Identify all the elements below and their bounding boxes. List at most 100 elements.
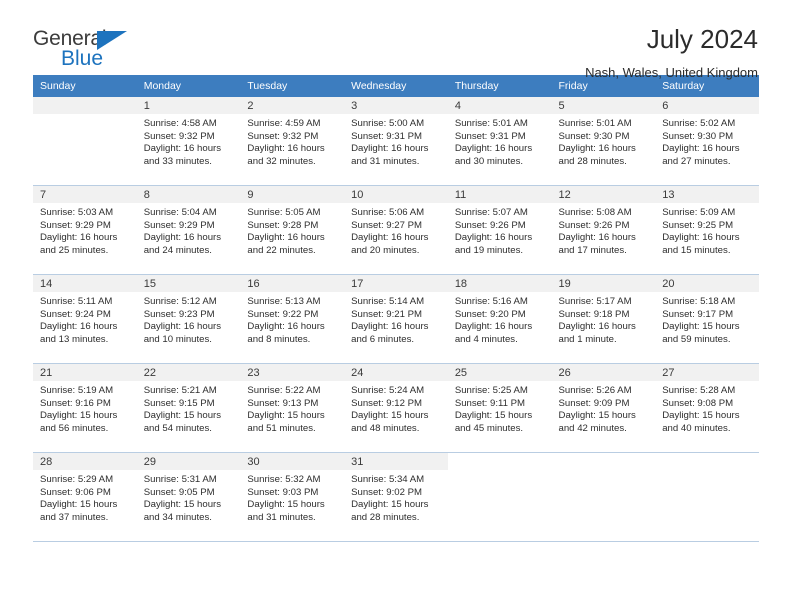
sunrise-time: Sunrise: 5:09 AM xyxy=(662,207,736,218)
calendar-day-cell[interactable]: 13 Sunrise: 5:09 AM Sunset: 9:25 PM Dayligh… xyxy=(655,186,759,275)
calendar-day-cell[interactable]: 7 Sunrise: 5:03 AM Sunset: 9:29 PM Daylight… xyxy=(33,186,137,275)
daylight-duration-line2: and 6 minutes. xyxy=(351,333,415,345)
day-cell-inner: 5 Sunrise: 5:01 AM Sunset: 9:30 PM Daylight… xyxy=(551,97,656,186)
day-cell-inner: 29 Sunrise: 5:31 AM Sunset: 9:05 PM Dayligh… xyxy=(136,453,241,542)
calendar-day-cell[interactable]: 25 Sunrise: 5:25 AM Sunset: 9:11 PM Dayligh… xyxy=(447,364,552,453)
daylight-duration-line2: and 30 minutes. xyxy=(454,155,524,167)
daylight-duration-line2: and 13 minutes. xyxy=(40,333,109,345)
day-sun-info: Sunrise: 5:12 AM Sunset: 9:23 PM Daylight:… xyxy=(137,292,241,346)
daylight-duration-line2: and 8 minutes. xyxy=(247,333,311,345)
calendar-day-cell[interactable]: 9 Sunrise: 5:05 AM Sunset: 9:28 PM Daylight… xyxy=(240,186,345,275)
weekday-header-wednesday: Wednesday xyxy=(344,75,448,97)
calendar-day-cell[interactable]: 29 Sunrise: 5:31 AM Sunset: 9:05 PM Dayligh… xyxy=(136,453,241,542)
calendar-day-cell[interactable]: 1 Sunrise: 4:58 AM Sunset: 9:32 PM Daylight… xyxy=(136,97,241,186)
daylight-duration-line2: and 37 minutes. xyxy=(40,511,109,523)
daylight-duration-line1: Daylight: 15 hours xyxy=(662,321,740,333)
calendar-day-cell[interactable]: 5 Sunrise: 5:01 AM Sunset: 9:30 PM Daylight… xyxy=(551,97,656,186)
calendar-day-cell[interactable]: 12 Sunrise: 5:08 AM Sunset: 9:26 PM Dayligh… xyxy=(551,186,656,275)
calendar-day-cell[interactable]: 10 Sunrise: 5:06 AM Sunset: 9:27 PM Dayligh… xyxy=(344,186,448,275)
calendar-day-cell[interactable] xyxy=(33,97,137,186)
sunset-time: Sunset: 9:29 PM xyxy=(40,219,111,231)
calendar-day-cell[interactable]: 3 Sunrise: 5:00 AM Sunset: 9:31 PM Daylight… xyxy=(344,97,448,186)
day-number: 10 xyxy=(344,186,448,203)
general-blue-logo[interactable]: General Blue xyxy=(33,26,153,74)
calendar-day-cell[interactable]: 22 Sunrise: 5:21 AM Sunset: 9:15 PM Dayligh… xyxy=(136,364,241,453)
day-cell-inner: 6 Sunrise: 5:02 AM Sunset: 9:30 PM Daylight… xyxy=(655,97,759,186)
daylight-duration-line2: and 40 minutes. xyxy=(662,422,731,434)
sunrise-time: Sunrise: 5:04 AM xyxy=(143,207,217,218)
calendar-day-cell[interactable]: 30 Sunrise: 5:32 AM Sunset: 9:03 PM Dayligh… xyxy=(240,453,345,542)
day-sun-info: Sunrise: 5:19 AM Sunset: 9:16 PM Daylight:… xyxy=(33,381,137,435)
daylight-duration-line1: Daylight: 16 hours xyxy=(351,232,429,244)
sunset-time: Sunset: 9:02 PM xyxy=(351,486,423,498)
sunset-time: Sunset: 9:08 PM xyxy=(662,397,734,409)
daylight-duration-line2: and 31 minutes. xyxy=(247,511,316,523)
sunrise-time: Sunrise: 5:21 AM xyxy=(143,385,217,396)
calendar-day-cell[interactable]: 16 Sunrise: 5:13 AM Sunset: 9:22 PM Dayligh… xyxy=(240,275,345,364)
calendar-day-cell[interactable] xyxy=(551,453,656,542)
calendar-day-cell[interactable]: 24 Sunrise: 5:24 AM Sunset: 9:12 PM Dayligh… xyxy=(344,364,448,453)
day-number: 22 xyxy=(136,364,241,381)
day-number: 17 xyxy=(344,275,448,292)
sunrise-time: Sunrise: 5:29 AM xyxy=(40,474,114,485)
daylight-duration-line2: and 51 minutes. xyxy=(247,422,316,434)
sunrise-time: Sunrise: 5:22 AM xyxy=(247,385,321,396)
sunrise-time: Sunrise: 5:01 AM xyxy=(558,118,632,129)
daylight-duration-line1: Daylight: 15 hours xyxy=(40,499,118,511)
daylight-duration-line1: Daylight: 16 hours xyxy=(454,232,533,244)
calendar-week-row: 14 Sunrise: 5:11 AM Sunset: 9:24 PM Dayligh… xyxy=(33,275,759,364)
daylight-duration-line1: Daylight: 16 hours xyxy=(351,143,429,155)
calendar-day-cell[interactable]: 20 Sunrise: 5:18 AM Sunset: 9:17 PM Dayligh… xyxy=(655,275,759,364)
day-cell-inner: 14 Sunrise: 5:11 AM Sunset: 9:24 PM Dayligh… xyxy=(33,275,137,364)
day-sun-info: Sunrise: 5:16 AM Sunset: 9:20 PM Daylight:… xyxy=(448,292,552,346)
calendar-day-cell[interactable]: 17 Sunrise: 5:14 AM Sunset: 9:21 PM Dayligh… xyxy=(344,275,448,364)
daylight-duration-line1: Daylight: 16 hours xyxy=(40,232,118,244)
day-cell-inner: 19 Sunrise: 5:17 AM Sunset: 9:18 PM Dayligh… xyxy=(551,275,656,364)
calendar-day-cell[interactable]: 27 Sunrise: 5:28 AM Sunset: 9:08 PM Dayligh… xyxy=(655,364,759,453)
day-number: 2 xyxy=(240,97,345,114)
sunrise-time: Sunrise: 5:08 AM xyxy=(558,207,632,218)
day-number: 4 xyxy=(447,97,552,114)
daylight-duration-line1: Daylight: 15 hours xyxy=(143,499,222,511)
calendar-day-cell[interactable] xyxy=(655,453,759,542)
daylight-duration-line1: Daylight: 16 hours xyxy=(558,321,636,333)
day-number xyxy=(447,453,552,470)
day-cell-inner: 20 Sunrise: 5:18 AM Sunset: 9:17 PM Dayligh… xyxy=(655,275,759,364)
sunset-time: Sunset: 9:11 PM xyxy=(454,397,526,409)
sunset-time: Sunset: 9:21 PM xyxy=(351,308,423,320)
day-number: 5 xyxy=(551,97,656,114)
calendar-day-cell[interactable] xyxy=(447,453,552,542)
sunrise-time: Sunrise: 5:16 AM xyxy=(454,296,528,307)
day-cell-inner: 7 Sunrise: 5:03 AM Sunset: 9:29 PM Daylight… xyxy=(33,186,137,275)
day-cell-inner: 3 Sunrise: 5:00 AM Sunset: 9:31 PM Daylight… xyxy=(344,97,448,186)
day-sun-info: Sunrise: 5:11 AM Sunset: 9:24 PM Daylight:… xyxy=(33,292,137,346)
sunset-time: Sunset: 9:26 PM xyxy=(454,219,526,231)
calendar-day-cell[interactable]: 19 Sunrise: 5:17 AM Sunset: 9:18 PM Dayligh… xyxy=(551,275,656,364)
day-cell-inner: 8 Sunrise: 5:04 AM Sunset: 9:29 PM Daylight… xyxy=(136,186,241,275)
sunset-time: Sunset: 9:27 PM xyxy=(351,219,423,231)
sunrise-time: Sunrise: 5:07 AM xyxy=(454,207,528,218)
day-number: 16 xyxy=(240,275,345,292)
calendar-day-cell[interactable]: 11 Sunrise: 5:07 AM Sunset: 9:26 PM Dayligh… xyxy=(447,186,552,275)
calendar-body: 1 Sunrise: 4:58 AM Sunset: 9:32 PM Daylight… xyxy=(33,97,759,542)
logo-text-general: General xyxy=(33,27,107,50)
calendar-day-cell[interactable]: 28 Sunrise: 5:29 AM Sunset: 9:06 PM Dayligh… xyxy=(33,453,137,542)
calendar-day-cell[interactable]: 2 Sunrise: 4:59 AM Sunset: 9:32 PM Daylight… xyxy=(240,97,345,186)
calendar-day-cell[interactable]: 6 Sunrise: 5:02 AM Sunset: 9:30 PM Daylight… xyxy=(655,97,759,186)
calendar-day-cell[interactable]: 15 Sunrise: 5:12 AM Sunset: 9:23 PM Dayligh… xyxy=(136,275,241,364)
day-sun-info: Sunrise: 5:26 AM Sunset: 9:09 PM Daylight:… xyxy=(552,381,656,435)
calendar-day-cell[interactable]: 4 Sunrise: 5:01 AM Sunset: 9:31 PM Daylight… xyxy=(447,97,552,186)
calendar-day-cell[interactable]: 31 Sunrise: 5:34 AM Sunset: 9:02 PM Dayligh… xyxy=(344,453,448,542)
calendar-day-cell[interactable]: 21 Sunrise: 5:19 AM Sunset: 9:16 PM Dayligh… xyxy=(33,364,137,453)
sunrise-time: Sunrise: 5:25 AM xyxy=(454,385,528,396)
daylight-duration-line1: Daylight: 16 hours xyxy=(247,232,325,244)
calendar-day-cell[interactable]: 8 Sunrise: 5:04 AM Sunset: 9:29 PM Daylight… xyxy=(136,186,241,275)
calendar-day-cell[interactable]: 23 Sunrise: 5:22 AM Sunset: 9:13 PM Dayligh… xyxy=(240,364,345,453)
sunset-time: Sunset: 9:13 PM xyxy=(247,397,319,409)
calendar-day-cell[interactable]: 14 Sunrise: 5:11 AM Sunset: 9:24 PM Dayligh… xyxy=(33,275,137,364)
daylight-duration-line2: and 27 minutes. xyxy=(662,155,731,167)
sunrise-time: Sunrise: 5:19 AM xyxy=(40,385,114,396)
calendar-day-cell[interactable]: 26 Sunrise: 5:26 AM Sunset: 9:09 PM Dayligh… xyxy=(551,364,656,453)
sunrise-time: Sunrise: 5:17 AM xyxy=(558,296,632,307)
calendar-day-cell[interactable]: 18 Sunrise: 5:16 AM Sunset: 9:20 PM Dayligh… xyxy=(447,275,552,364)
